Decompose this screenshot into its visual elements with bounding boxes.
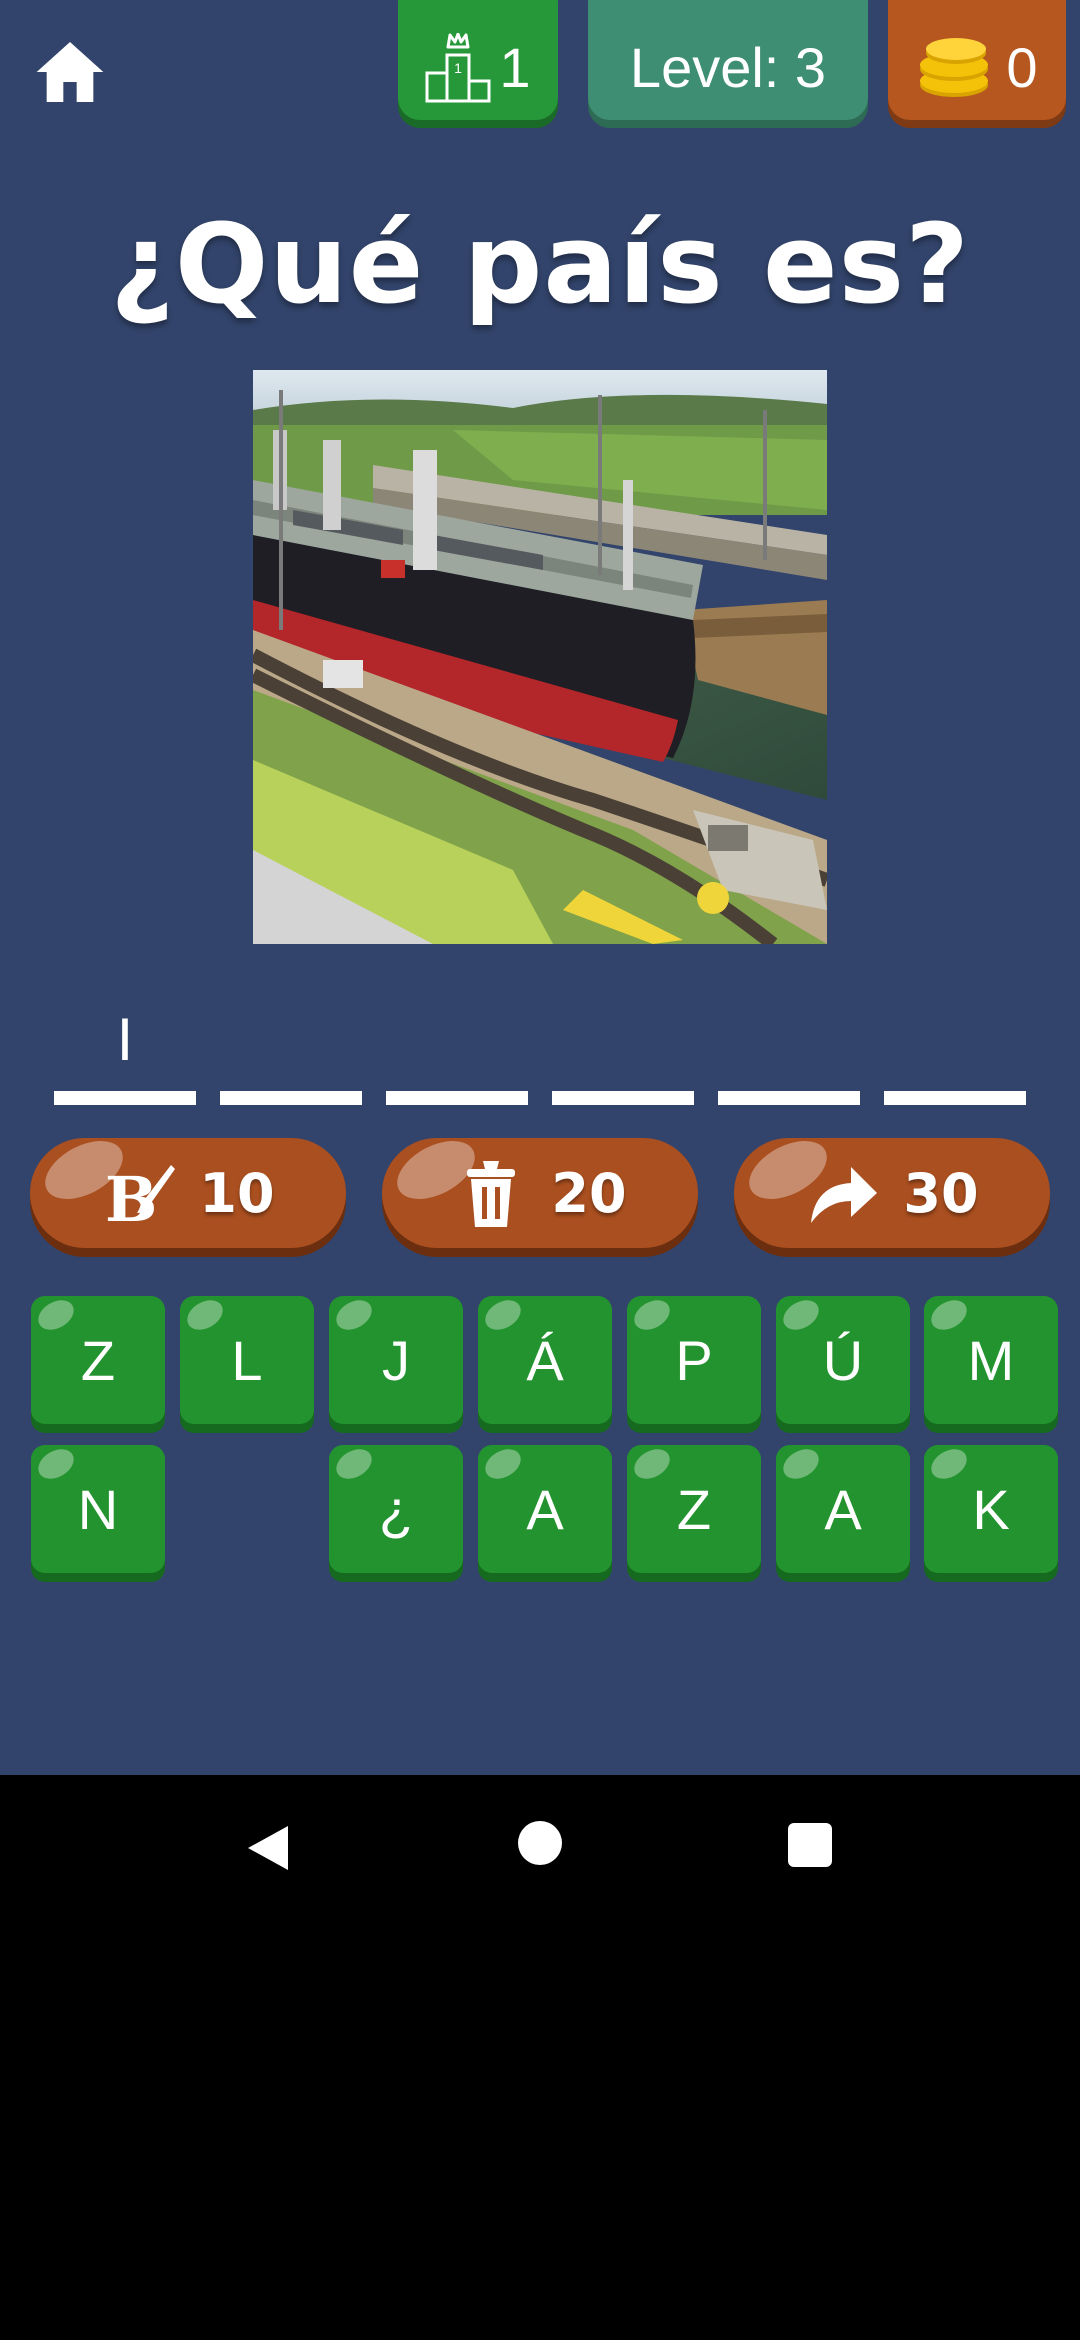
coins-value: 0 (1006, 36, 1038, 99)
letter-tile[interactable]: L (180, 1294, 314, 1424)
game-screen: 1 1 Level: 3 0 ¿Qué país es? I B 10 20 3… (0, 0, 1080, 1775)
answer-slot-underline (884, 1091, 1026, 1105)
coins-icon (920, 38, 989, 97)
level-label: Level: 3 (629, 36, 827, 99)
letter-tile-char: Ú (822, 1328, 864, 1392)
answer-slot[interactable]: I (54, 1005, 196, 1105)
letter-tile-char: J (382, 1328, 410, 1392)
question-title: ¿Qué país es? (110, 200, 970, 328)
letter-tile[interactable]: Z (31, 1294, 165, 1424)
recent-apps-icon[interactable] (788, 1823, 832, 1867)
rank-value: 1 (499, 36, 531, 99)
skip-level-hint-button[interactable]: 30 (734, 1129, 1050, 1248)
letter-tile[interactable]: Á (478, 1294, 612, 1424)
country-photo (253, 370, 827, 944)
svg-text:1: 1 (455, 60, 463, 76)
answer-slot-underline (552, 1091, 694, 1105)
answer-slot[interactable] (884, 1005, 1026, 1105)
letter-tile[interactable]: P (627, 1294, 761, 1424)
letter-tile-char: N (77, 1477, 119, 1541)
letter-tile-char: P (675, 1328, 713, 1392)
letter-tile[interactable]: Ú (776, 1294, 910, 1424)
answer-slot-underline (54, 1091, 196, 1105)
answer-slot[interactable] (386, 1005, 528, 1105)
letter-tile[interactable]: K (924, 1443, 1058, 1573)
remove-letters-hint-button[interactable]: 20 (382, 1129, 698, 1248)
hint-cost: 20 (551, 1161, 627, 1225)
letter-tile-char: A (526, 1477, 564, 1541)
letter-tile[interactable]: ¿ (329, 1443, 463, 1573)
letter-tile[interactable]: M (924, 1294, 1058, 1424)
answer-slot-underline (386, 1091, 528, 1105)
letter-tile[interactable]: N (31, 1443, 165, 1573)
home-button[interactable] (30, 32, 110, 112)
letter-tile-char: Á (526, 1328, 564, 1392)
system-navigation-bar (0, 1775, 1080, 1920)
answer-slot-letter: I (116, 1006, 134, 1073)
letter-tile[interactable]: Z (627, 1443, 761, 1573)
ranking-button[interactable]: 1 1 (398, 0, 558, 120)
letter-tile-char: Z (676, 1477, 712, 1541)
reveal-letter-hint-button[interactable]: B 10 (30, 1129, 346, 1248)
letter-tile[interactable]: J (329, 1294, 463, 1424)
answer-slot[interactable] (552, 1005, 694, 1105)
answer-slot[interactable] (220, 1005, 362, 1105)
letter-tile-char: Z (80, 1328, 116, 1392)
level-indicator: Level: 3 (588, 0, 868, 120)
answer-slot[interactable] (718, 1005, 860, 1105)
answer-slot-underline (718, 1091, 860, 1105)
coins-button[interactable]: 0 (888, 0, 1066, 120)
letter-tile[interactable]: A (478, 1443, 612, 1573)
home-icon (36, 42, 104, 102)
letter-tile-char: L (231, 1328, 263, 1392)
podium-crown-icon: 1 (425, 33, 491, 103)
home-circle-icon[interactable] (518, 1821, 562, 1865)
letter-tile-char: ¿ (378, 1477, 414, 1541)
letter-tile-char: A (824, 1477, 862, 1541)
back-icon[interactable] (240, 1820, 296, 1876)
letter-tile[interactable]: A (776, 1443, 910, 1573)
hint-cost: 30 (903, 1161, 979, 1225)
canal-ship-image (253, 370, 827, 944)
hint-cost: 10 (199, 1161, 275, 1225)
letter-tile-char: K (972, 1477, 1010, 1541)
letter-tile-char: M (967, 1328, 1015, 1392)
answer-slot-underline (220, 1091, 362, 1105)
